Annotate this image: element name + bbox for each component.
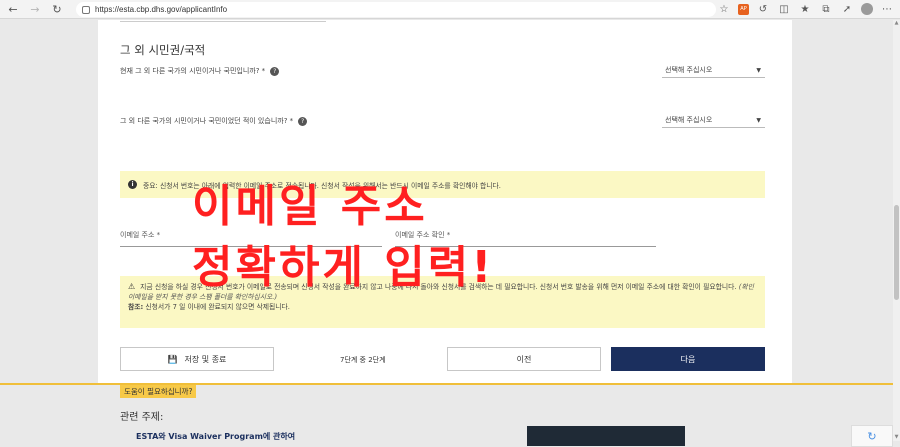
email-label: 이메일 주소 * — [120, 231, 161, 239]
sync-icon[interactable]: ↺ — [756, 2, 770, 16]
address-bar[interactable]: https://esta.cbp.dhs.gov/applicantInfo — [76, 2, 716, 17]
chevron-down-icon: ▼ — [756, 66, 761, 74]
question-label: 그 외 다른 국가의 시민이거나 국민이었던 적이 있습니까? * — [120, 117, 294, 125]
help-tab[interactable]: 도움이 필요하십니까? — [120, 385, 197, 398]
browser-actions: ☆ AP ↺ ◫ ★ ⧉ ➚ ⋯ — [717, 2, 894, 16]
share-icon[interactable]: ➚ — [840, 2, 854, 16]
help-icon[interactable]: ? — [270, 66, 280, 76]
question-label: 현재 그 외 다른 국가의 시민이거나 국민입니까? * — [120, 67, 266, 75]
chevron-down-icon: ▼ — [756, 116, 761, 124]
forward-icon[interactable]: → — [26, 0, 44, 18]
save-icon: 💾 — [167, 354, 178, 364]
profile-avatar[interactable] — [861, 3, 873, 15]
save-label: 저장 및 종료 — [184, 354, 227, 364]
next-label: 다음 — [680, 354, 696, 364]
collections-icon[interactable]: ⧉ — [819, 2, 833, 16]
next-button[interactable]: 다음 — [611, 347, 765, 371]
select-former-citizenship[interactable]: 선택해 주십시오 ▼ — [662, 113, 765, 128]
extension-icon[interactable]: AP — [738, 3, 749, 15]
back-icon[interactable]: ← — [4, 0, 22, 18]
previous-button[interactable]: 이전 — [447, 347, 601, 371]
warning-icon: ⚠ — [128, 282, 136, 291]
related-topics-title: 관련 주제: — [120, 412, 164, 423]
email-confirm-label: 이메일 주소 확인 * — [395, 231, 451, 239]
more-menu-icon[interactable]: ⋯ — [880, 2, 894, 16]
question-former-citizenship: 그 외 다른 국가의 시민이거나 국민이었던 적이 있습니까? * ? — [120, 116, 308, 126]
section-title: 그 외 시민권/국적 — [120, 43, 206, 57]
save-and-exit-button[interactable]: 💾 저장 및 종료 — [120, 347, 274, 371]
page-scrollbar[interactable]: ▲ ▼ — [893, 20, 900, 441]
warning-note-label: 참조: — [128, 303, 144, 311]
overlay-text-line2: 정확하게 입력! — [192, 242, 495, 293]
help-icon[interactable]: ? — [298, 116, 308, 126]
favorite-icon[interactable]: ☆ — [717, 2, 731, 16]
select-value: 선택해 주십시오 — [665, 116, 713, 124]
refresh-icon[interactable]: ↻ — [48, 0, 66, 18]
question-current-citizenship: 현재 그 외 다른 국가의 시민이거나 국민입니까? * ? — [120, 66, 280, 76]
scroll-down-icon[interactable]: ▼ — [893, 434, 900, 441]
info-icon: i — [128, 180, 137, 189]
select-current-citizenship[interactable]: 선택해 주십시오 ▼ — [662, 63, 765, 78]
dark-banner — [527, 426, 685, 446]
favorites-list-icon[interactable]: ★ — [798, 2, 812, 16]
previous-field-underline — [120, 20, 326, 22]
page-background: 그 외 시민권/국적 현재 그 외 다른 국가의 시민이거나 국민입니까? * … — [0, 20, 893, 447]
split-screen-icon[interactable]: ◫ — [777, 2, 791, 16]
url-text: https://esta.cbp.dhs.gov/applicantInfo — [95, 5, 228, 14]
scroll-thumb[interactable] — [894, 205, 899, 300]
select-value: 선택해 주십시오 — [665, 66, 713, 74]
browser-toolbar: ← → ↻ https://esta.cbp.dhs.gov/applicant… — [0, 0, 900, 19]
related-topic-link[interactable]: ESTA와 Visa Waiver Program에 관하여 — [136, 431, 295, 442]
warning-note-text: 신청서가 7 일 이내에 완료되지 않으면 삭제됩니다. — [145, 303, 290, 311]
lock-icon — [82, 5, 90, 14]
previous-label: 이전 — [516, 354, 532, 364]
step-indicator: 7단계 중 2단계 — [340, 356, 386, 364]
scroll-up-icon[interactable]: ▲ — [893, 20, 900, 27]
overlay-text-line1: 이메일 주소 — [192, 181, 428, 232]
recaptcha-badge[interactable]: ↻ — [851, 425, 893, 447]
warning-note: 참조: 신청서가 7 일 이내에 완료되지 않으면 삭제됩니다. — [128, 302, 757, 312]
